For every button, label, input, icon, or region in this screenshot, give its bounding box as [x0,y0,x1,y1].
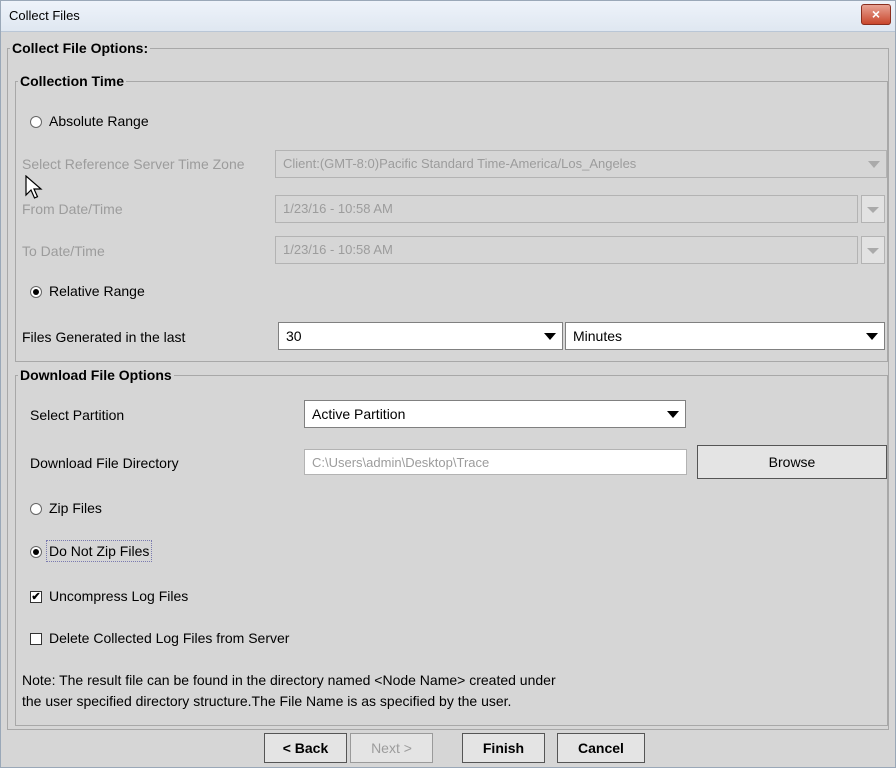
chevron-down-icon [868,161,880,168]
timezone-label: Select Reference Server Time Zone [22,156,245,172]
chevron-down-icon [867,248,879,254]
files-generated-label: Files Generated in the last [22,329,186,345]
collection-time-legend: Collection Time [20,73,124,89]
to-datetime-field[interactable]: 1/23/16 - 10:58 AM [275,236,858,264]
files-generated-count-select[interactable]: 30 [278,322,563,350]
from-datetime-dropdown[interactable] [861,195,885,223]
from-datetime-label: From Date/Time [22,201,123,217]
time-unit-value: Minutes [573,328,623,344]
close-button[interactable]: × [861,4,891,25]
next-button[interactable]: Next > [350,733,433,763]
partition-select[interactable]: Active Partition [304,400,686,428]
delete-log-files-label: Delete Collected Log Files from Server [49,630,290,646]
chevron-down-icon [544,333,556,340]
from-datetime-value: 1/23/16 - 10:58 AM [283,201,393,216]
cancel-button[interactable]: Cancel [557,733,645,763]
delete-log-files-checkbox[interactable] [30,633,42,645]
download-directory-label: Download File Directory [30,455,179,471]
select-partition-label: Select Partition [30,407,125,423]
browse-button[interactable]: Browse [697,445,887,479]
do-not-zip-files-label: Do Not Zip Files [45,540,153,562]
do-not-zip-files-radio[interactable] [30,546,42,558]
absolute-range-label: Absolute Range [49,113,149,129]
timezone-select[interactable]: Client:(GMT-8:0)Pacific Standard Time-Am… [275,150,887,178]
note-line-2: the user specified directory structure.T… [22,693,512,709]
back-button[interactable]: < Back [264,733,347,763]
uncompress-log-files-checkbox[interactable]: ✔ [30,591,42,603]
partition-value: Active Partition [312,406,406,422]
timezone-value: Client:(GMT-8:0)Pacific Standard Time-Am… [283,156,637,171]
download-options-legend: Download File Options [20,367,172,383]
relative-range-radio[interactable] [30,286,42,298]
time-unit-select[interactable]: Minutes [565,322,885,350]
title-bar: Collect Files × [1,1,895,32]
options-legend: Collect File Options: [12,40,149,56]
from-datetime-field[interactable]: 1/23/16 - 10:58 AM [275,195,858,223]
uncompress-log-files-label: Uncompress Log Files [49,588,189,604]
to-datetime-dropdown[interactable] [861,236,885,264]
absolute-range-radio[interactable] [30,116,42,128]
download-directory-value: C:\Users\admin\Desktop\Trace [312,455,490,470]
relative-range-label: Relative Range [49,283,145,299]
to-datetime-label: To Date/Time [22,243,105,259]
chevron-down-icon [867,207,879,213]
window-title: Collect Files [9,8,80,23]
mouse-cursor-icon [25,175,43,199]
finish-button[interactable]: Finish [462,733,545,763]
chevron-down-icon [667,411,679,418]
note-line-1: Note: The result file can be found in th… [22,672,556,688]
to-datetime-value: 1/23/16 - 10:58 AM [283,242,393,257]
zip-files-label: Zip Files [49,500,102,516]
chevron-down-icon [866,333,878,340]
collect-files-dialog: Collect Files × Collect File Options: Co… [0,0,896,768]
zip-files-radio[interactable] [30,503,42,515]
files-generated-count-value: 30 [286,328,302,344]
download-directory-input[interactable]: C:\Users\admin\Desktop\Trace [304,449,687,475]
